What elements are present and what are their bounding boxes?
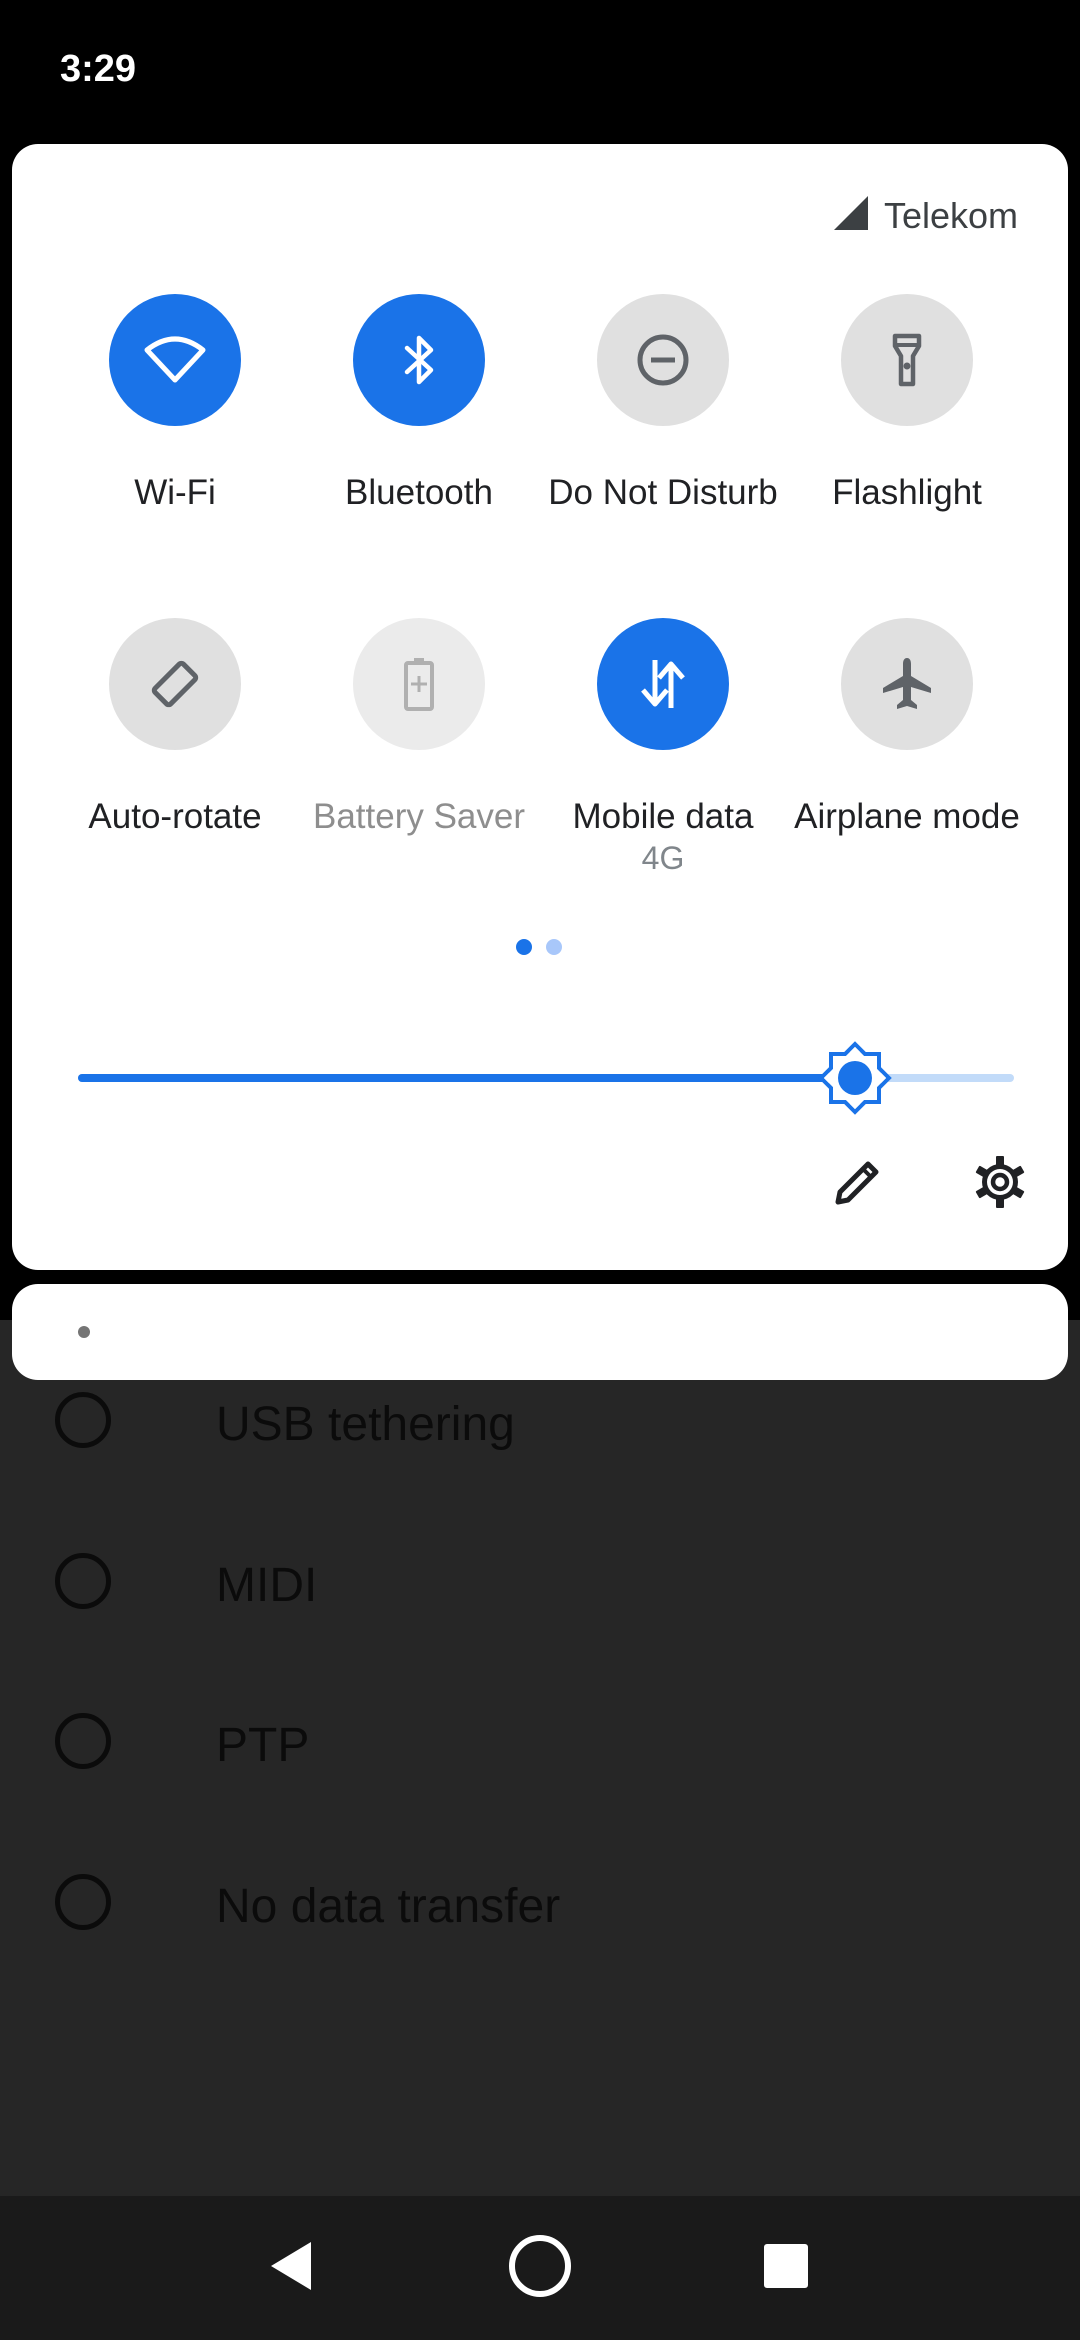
navigation-bar — [0, 2196, 1080, 2340]
radio-button — [55, 1392, 111, 1448]
usb-option-label: PTP — [216, 1719, 310, 1772]
battery-saver-icon — [353, 618, 485, 750]
usb-option-label: MIDI — [216, 1559, 318, 1612]
quick-settings-panel: Telekom Wi-Fi Bluetooth Do Not Disturb F… — [12, 144, 1068, 1270]
pencil-icon — [832, 1156, 884, 1213]
carrier-name: Telekom — [883, 194, 1018, 236]
status-time: 3:29 — [60, 48, 137, 90]
screen: 3:29 USB tethering MIDI PTP No data tran… — [0, 0, 1080, 2340]
usb-preferences-background: USB tethering MIDI PTP No data transfer — [0, 1320, 1080, 2200]
usb-option-row: No data transfer — [0, 1847, 1080, 1967]
usb-option-row: USB tethering — [0, 1365, 1080, 1485]
radio-button — [55, 1553, 111, 1609]
bluetooth-icon — [353, 294, 485, 426]
radio-button — [55, 1874, 111, 1930]
airplane-icon — [841, 618, 973, 750]
back-button[interactable] — [251, 2228, 331, 2308]
usb-option-label: USB tethering — [216, 1398, 515, 1451]
home-circle-icon — [507, 2233, 573, 2304]
tile-label: Auto-rotate — [88, 797, 262, 836]
carrier-info: Telekom — [832, 194, 1018, 237]
home-button[interactable] — [500, 2228, 580, 2308]
cellular-signal-icon — [832, 194, 870, 237]
settings-button[interactable] — [960, 1144, 1040, 1224]
back-triangle-icon — [267, 2238, 315, 2299]
usb-option-row: PTP — [0, 1686, 1080, 1806]
brightness-thumb-icon[interactable] — [803, 1026, 907, 1130]
tile-label: Battery Saver — [312, 797, 526, 836]
wifi-icon — [109, 294, 241, 426]
recents-square-icon — [762, 2242, 810, 2295]
recents-button[interactable] — [746, 2228, 826, 2308]
tile-sublabel: 4G — [641, 840, 685, 876]
flashlight-icon — [841, 294, 973, 426]
gear-icon — [972, 1154, 1028, 1215]
tile-label: Do Not Disturb — [548, 473, 778, 512]
status-bar: 3:29 — [0, 0, 1080, 140]
usb-option-label: No data transfer — [216, 1880, 561, 1933]
notification-dot — [78, 1326, 90, 1338]
notification-card[interactable] — [12, 1284, 1068, 1380]
page-indicator — [516, 939, 562, 955]
page-dot — [546, 939, 562, 955]
page-dot-active — [516, 939, 532, 955]
usb-option-row: MIDI — [0, 1526, 1080, 1646]
do-not-disturb-icon — [597, 294, 729, 426]
tile-label: Mobile data — [572, 797, 754, 836]
edit-tiles-button[interactable] — [818, 1144, 898, 1224]
radio-button — [55, 1713, 111, 1769]
tile-label: Bluetooth — [345, 473, 493, 512]
tile-label: Wi-Fi — [134, 473, 216, 512]
tile-label: Flashlight — [832, 473, 982, 512]
brightness-slider-fill — [78, 1074, 855, 1082]
mobile-data-icon — [597, 618, 729, 750]
auto-rotate-icon — [109, 618, 241, 750]
tile-label: Airplane mode — [794, 797, 1020, 836]
